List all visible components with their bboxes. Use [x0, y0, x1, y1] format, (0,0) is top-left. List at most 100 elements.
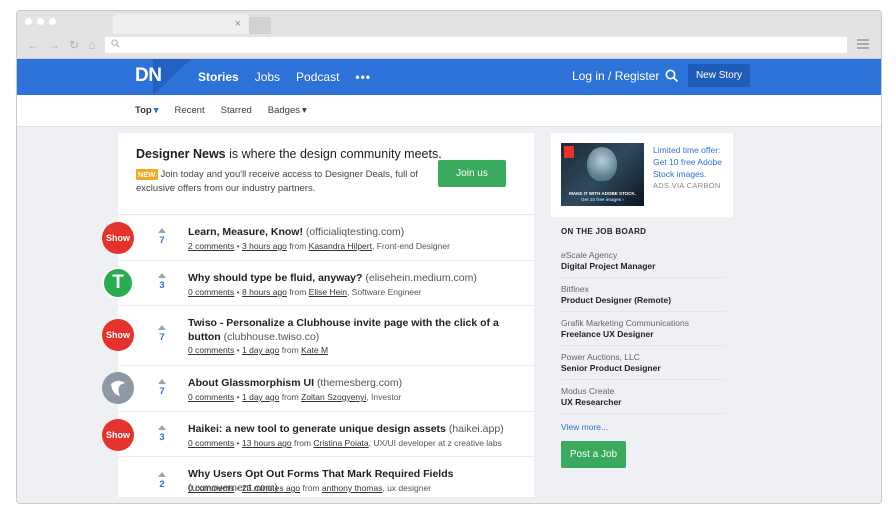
- job-listing[interactable]: Grafik Marketing Communications Freelance…: [561, 318, 725, 346]
- from-label: from: [289, 287, 307, 297]
- view-more-jobs-link[interactable]: View more...: [561, 422, 723, 432]
- ad-image-caption: MAKE IT WITH ADOBE STOCK. Get 10 free ima…: [561, 191, 644, 203]
- story-time[interactable]: 1 day ago: [242, 345, 279, 355]
- from-label: from: [289, 241, 307, 251]
- upvote-arrow-icon[interactable]: [158, 228, 166, 233]
- job-title[interactable]: Product Designer (Remote): [561, 295, 725, 306]
- story-title[interactable]: Twiso - Personalize a Clubhouse invite p…: [188, 316, 508, 344]
- adobe-logo-icon: [564, 146, 574, 158]
- meta-separator: •: [234, 438, 242, 448]
- job-listing[interactable]: Bitfinex Product Designer (Remote): [561, 284, 725, 312]
- user-avatar[interactable]: [102, 372, 134, 404]
- author-link[interactable]: Zoltan Szogyenyi: [301, 392, 366, 402]
- nav-stories[interactable]: Stories: [198, 70, 239, 84]
- browser-tab[interactable]: ×: [113, 14, 249, 34]
- upvote-arrow-icon[interactable]: [158, 379, 166, 384]
- comments-link[interactable]: 2 comments: [188, 241, 234, 251]
- author-link[interactable]: Kate M: [301, 345, 328, 355]
- story-title[interactable]: Learn, Measure, Know! (officialiqtesting…: [188, 225, 508, 239]
- show-badge-avatar[interactable]: Show: [102, 222, 134, 254]
- story-title[interactable]: About Glassmorphism UI (themesberg.com): [188, 376, 508, 390]
- story-title-text[interactable]: About Glassmorphism UI: [188, 377, 314, 389]
- author-role: , Front-end Designer: [371, 241, 450, 251]
- join-button[interactable]: Join us: [438, 160, 506, 187]
- upvote-arrow-icon[interactable]: [158, 425, 166, 430]
- upvote-arrow-icon[interactable]: [158, 273, 166, 278]
- search-icon[interactable]: [665, 69, 679, 83]
- comments-link[interactable]: 0 comments: [188, 438, 234, 448]
- close-tab-icon[interactable]: ×: [235, 16, 241, 32]
- job-company: eScale Agency: [561, 250, 618, 260]
- story-time[interactable]: 13 hours ago: [242, 438, 292, 448]
- new-tab-button[interactable]: [249, 17, 271, 34]
- maximize-window-dot[interactable]: [49, 18, 56, 25]
- nav-jobs[interactable]: Jobs: [255, 70, 280, 84]
- show-badge-avatar[interactable]: Show: [102, 419, 134, 451]
- home-icon[interactable]: ⌂: [88, 39, 95, 51]
- browser-chrome: × ← → ↻ ⌂: [17, 11, 881, 59]
- story-time[interactable]: 23 minutes ago: [242, 483, 300, 493]
- upvote[interactable]: 3: [156, 273, 168, 291]
- upvote[interactable]: 2: [156, 472, 168, 490]
- upvote[interactable]: 7: [156, 228, 168, 246]
- subnav-badges[interactable]: Badges ▾: [268, 105, 307, 116]
- subnav-top[interactable]: Top ▾: [135, 105, 159, 116]
- meta-separator: •: [234, 287, 242, 297]
- ad-text[interactable]: Limited time offer: Get 10 free Adobe St…: [653, 144, 729, 180]
- author-link[interactable]: anthony thomas: [322, 483, 382, 493]
- from-label: from: [281, 345, 299, 355]
- comments-link[interactable]: 0 comments: [188, 392, 234, 402]
- subnav-starred[interactable]: Starred: [221, 105, 252, 116]
- story-title-text[interactable]: Why Users Opt Out Forms That Mark Requir…: [188, 468, 453, 480]
- meta-separator: •: [234, 241, 242, 251]
- forward-icon[interactable]: →: [48, 39, 60, 51]
- comments-link[interactable]: 0 comments: [188, 483, 234, 493]
- upvote-arrow-icon[interactable]: [158, 472, 166, 477]
- login-register-link[interactable]: Log in / Register: [572, 69, 659, 83]
- show-badge-avatar[interactable]: Show: [102, 319, 134, 351]
- job-listing[interactable]: Power Auctions, LLC Senior Product Design…: [561, 352, 725, 380]
- search-icon: [111, 39, 120, 48]
- job-listing[interactable]: eScale Agency Digital Project Manager: [561, 250, 725, 278]
- user-avatar[interactable]: T: [102, 267, 134, 299]
- comments-link[interactable]: 0 comments: [188, 345, 234, 355]
- author-link[interactable]: Cristina Poiata: [313, 438, 368, 448]
- close-window-dot[interactable]: [25, 18, 32, 25]
- new-story-button[interactable]: New Story: [688, 64, 750, 87]
- job-title[interactable]: Senior Product Designer: [561, 363, 725, 374]
- author-link[interactable]: Kasandra Hilpert: [309, 241, 372, 251]
- story-title-text[interactable]: Haikei: a new tool to generate unique de…: [188, 423, 446, 435]
- hamburger-icon[interactable]: [857, 39, 869, 51]
- comments-link[interactable]: 0 comments: [188, 287, 234, 297]
- story-title-text[interactable]: Why should type be fluid, anyway?: [188, 272, 362, 284]
- address-bar[interactable]: [105, 37, 847, 53]
- upvote[interactable]: 7: [156, 379, 168, 397]
- nav-podcast[interactable]: Podcast: [296, 70, 339, 84]
- job-title[interactable]: Freelance UX Designer: [561, 329, 725, 340]
- upvote-arrow-icon[interactable]: [158, 325, 166, 330]
- minimize-window-dot[interactable]: [37, 18, 44, 25]
- story-time[interactable]: 3 hours ago: [242, 241, 287, 251]
- upvote[interactable]: 3: [156, 425, 168, 443]
- reload-icon[interactable]: ↻: [69, 39, 79, 51]
- story-title[interactable]: Why should type be fluid, anyway? (elise…: [188, 271, 508, 285]
- back-icon[interactable]: ←: [27, 39, 39, 51]
- story-domain: (haikei.app): [448, 423, 504, 435]
- story-row: T 3 Why should type be fluid, anyway? (e…: [102, 261, 534, 306]
- story-time[interactable]: 1 day ago: [242, 392, 279, 402]
- author-link[interactable]: Elise Hein: [309, 287, 347, 297]
- job-listing[interactable]: Modus Create UX Researcher: [561, 386, 725, 414]
- story-title-text[interactable]: Learn, Measure, Know!: [188, 226, 303, 238]
- logo-text: DN: [135, 65, 162, 86]
- story-time[interactable]: 8 hours ago: [242, 287, 287, 297]
- more-icon[interactable]: •••: [355, 70, 371, 84]
- job-title[interactable]: Digital Project Manager: [561, 261, 725, 272]
- subnav-recent[interactable]: Recent: [175, 105, 205, 116]
- ad-image[interactable]: MAKE IT WITH ADOBE STOCK. Get 10 free ima…: [561, 143, 644, 206]
- dn-logo[interactable]: DN: [135, 59, 191, 95]
- ad-attribution[interactable]: ADS VIA CARBON: [653, 181, 721, 190]
- upvote[interactable]: 7: [156, 325, 168, 343]
- job-title[interactable]: UX Researcher: [561, 397, 725, 408]
- post-job-button[interactable]: Post a Job: [561, 441, 626, 468]
- story-title[interactable]: Haikei: a new tool to generate unique de…: [188, 422, 508, 436]
